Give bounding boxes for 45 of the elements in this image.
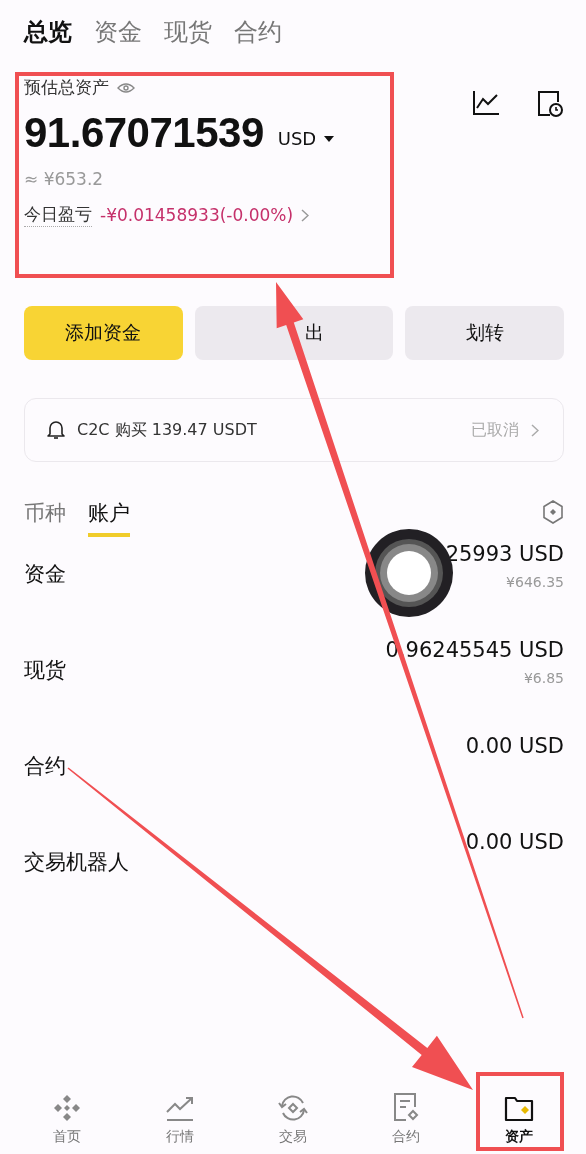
- notice-card[interactable]: C2C 购买 139.47 USDT 已取消: [24, 398, 564, 462]
- chevron-icon: [531, 423, 539, 437]
- nav-item[interactable]: 合约: [366, 1074, 447, 1146]
- currency-selector[interactable]: USD: [277, 127, 317, 149]
- account-name: 现货: [24, 657, 66, 684]
- account-name: 合约: [24, 753, 66, 780]
- total-balance: 91.67071539: [24, 109, 264, 157]
- pnl-label: 今日盈亏: [24, 203, 92, 227]
- nav-item[interactable]: 资产: [479, 1074, 560, 1146]
- wallet-icon: [504, 1094, 535, 1122]
- top-tab[interactable]: 资金: [94, 16, 142, 56]
- eye-icon[interactable]: [117, 81, 135, 94]
- line-chart-icon[interactable]: [472, 90, 500, 116]
- add-funds-button[interactable]: 添加资金: [24, 306, 183, 360]
- notice-status: 已取消: [471, 419, 519, 441]
- notice-text: C2C 购买 139.47 USDT: [77, 419, 258, 441]
- trend-chart-icon: [164, 1094, 195, 1122]
- caret-icon[interactable]: [324, 136, 335, 142]
- account-name: 交易机器人: [24, 849, 129, 876]
- account-balance: 25993 USD: [445, 542, 564, 566]
- top-tab[interactable]: 现货: [164, 16, 212, 56]
- nav-item[interactable]: 行情: [139, 1074, 220, 1146]
- fiat-equivalent: ≈ ¥653.2: [24, 169, 105, 189]
- clock-document-icon[interactable]: [536, 90, 564, 118]
- nav-item[interactable]: 首页: [26, 1074, 107, 1146]
- account-balance: 0.00 USD: [465, 734, 564, 758]
- account-balance: 0.00 USD: [465, 830, 564, 854]
- account-fiat-value: ¥6.85: [523, 670, 564, 686]
- document-icon: [393, 1092, 420, 1122]
- chevron-icon[interactable]: [301, 208, 310, 222]
- asset-tab[interactable]: 账户: [88, 499, 130, 537]
- exchange-icon: [276, 1094, 309, 1122]
- action-button[interactable]: 划转: [405, 306, 564, 360]
- account-fiat-value: ¥646.35: [506, 574, 564, 590]
- action-button[interactable]: 出: [194, 306, 394, 360]
- account-name: 资金: [24, 561, 66, 588]
- top-tab[interactable]: 合约: [234, 16, 282, 56]
- total-assets-label: 预估总资产: [24, 76, 109, 99]
- hexagon-icon[interactable]: [542, 500, 564, 524]
- top-tab[interactable]: 总览: [24, 16, 72, 56]
- pnl-value: -¥0.01458933(-0.00%): [100, 205, 294, 225]
- nav-item[interactable]: 交易: [252, 1074, 333, 1146]
- asset-tab[interactable]: 币种: [24, 499, 66, 537]
- bell-icon: [47, 420, 65, 440]
- diamond-logo-icon: [52, 1094, 81, 1122]
